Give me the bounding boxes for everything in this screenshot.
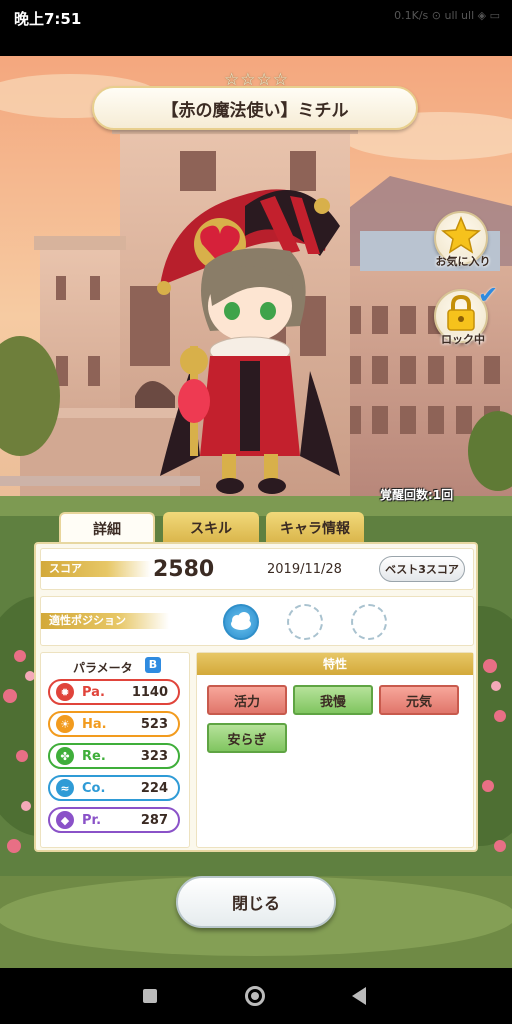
parameter-title: パラメータ	[73, 661, 133, 675]
android-nav-bar	[0, 968, 512, 1024]
checkmark-icon: ✔	[478, 281, 499, 309]
tab-chara-info[interactable]: キャラ情報	[266, 512, 364, 544]
awaken-count: 覚醒回数:1回	[380, 488, 454, 502]
close-button[interactable]: 閉じる	[176, 876, 336, 928]
position-slot-filled	[223, 604, 259, 640]
position-label: 適性ポジション	[41, 613, 169, 629]
game-screen: ☆ ☆ ☆ ☆ 【赤の魔法使い】ミチル お気に入り ロック中 ✔ 覚醒回数:1回…	[0, 56, 512, 968]
score-label: スコア	[41, 561, 151, 577]
tab-skill[interactable]: スキル	[163, 512, 259, 544]
parameter-value: 1140	[131, 684, 168, 700]
parameter-name: Pr.	[82, 812, 102, 828]
sun-icon: ☀	[56, 715, 74, 733]
trait-chip[interactable]: 我慢	[293, 685, 373, 715]
back-icon[interactable]	[352, 987, 366, 1005]
detail-panel: スコア 2580 2019/11/28 ベスト3スコア 適性ポジション パラメー…	[34, 542, 478, 852]
tab-detail[interactable]: 詳細	[59, 512, 155, 544]
position-slot-empty	[287, 604, 323, 640]
cloud-icon	[231, 612, 251, 630]
parameter-name: Ha.	[82, 716, 107, 732]
parameter-row: ◆ Pr. 287	[48, 807, 180, 833]
trait-chip[interactable]: 元気	[379, 685, 459, 715]
status-time: 晚上7:51	[14, 10, 82, 28]
star-icon	[441, 216, 481, 254]
parameter-name: Pa.	[82, 684, 105, 700]
trait-chip[interactable]: 活力	[207, 685, 287, 715]
diamond-icon: ◆	[56, 811, 74, 829]
score-row: スコア 2580 2019/11/28 ベスト3スコア	[40, 548, 474, 590]
status-icons: 0.1K/s ⊙ ull ull ◈ ▭	[394, 9, 500, 22]
trait-box: 特性 活力 我慢 元気安らぎ	[196, 652, 474, 848]
parameter-row: ✹ Pa. 1140	[48, 679, 180, 705]
status-bar-gap	[0, 34, 512, 56]
position-row: 適性ポジション	[40, 596, 474, 646]
tab-chara-info-label: キャラ情報	[280, 521, 350, 537]
parameter-value: 224	[140, 780, 168, 796]
parameter-value: 323	[140, 748, 168, 764]
parameter-box: パラメータ B ✹ Pa. 1140 ☀ Ha. 523 ✤ Re. 323 ≈ Co. 224 ◆ Pr…	[40, 652, 190, 848]
score-value: 2580	[153, 557, 215, 582]
favorite-label: お気に入り	[435, 255, 491, 268]
parameter-value: 287	[140, 812, 168, 828]
tab-skill-label: スキル	[190, 521, 232, 537]
character-illustration	[157, 189, 340, 494]
best3-score-button[interactable]: ベスト3スコア	[379, 556, 465, 582]
status-bar: 晚上7:51 0.1K/s ⊙ ull ull ◈ ▭	[0, 0, 512, 34]
parameter-value: 523	[140, 716, 168, 732]
parameter-row: ✤ Re. 323	[48, 743, 180, 769]
recent-apps-icon[interactable]	[143, 989, 157, 1003]
parameter-row: ≈ Co. 224	[48, 775, 180, 801]
position-slot-empty	[351, 604, 387, 640]
tab-detail-label: 詳細	[93, 522, 121, 538]
card-title-banner: 【赤の魔法使い】ミチル	[92, 86, 418, 130]
favorite-button[interactable]: お気に入り	[434, 211, 491, 268]
rank-badge: B	[145, 657, 161, 673]
parameter-name: Re.	[82, 748, 106, 764]
score-date: 2019/11/28	[267, 562, 342, 577]
trait-chip[interactable]: 安らぎ	[207, 723, 287, 753]
trait-title: 特性	[197, 653, 473, 675]
home-icon[interactable]	[245, 986, 265, 1006]
clover-icon: ✤	[56, 747, 74, 765]
parameter-name: Co.	[82, 780, 106, 796]
wave-icon: ≈	[56, 779, 74, 797]
card-title: 【赤の魔法使い】ミチル	[161, 100, 349, 121]
flame-icon: ✹	[56, 683, 74, 701]
parameter-row: ☀ Ha. 523	[48, 711, 180, 737]
lock-label: ロック中	[441, 333, 485, 346]
